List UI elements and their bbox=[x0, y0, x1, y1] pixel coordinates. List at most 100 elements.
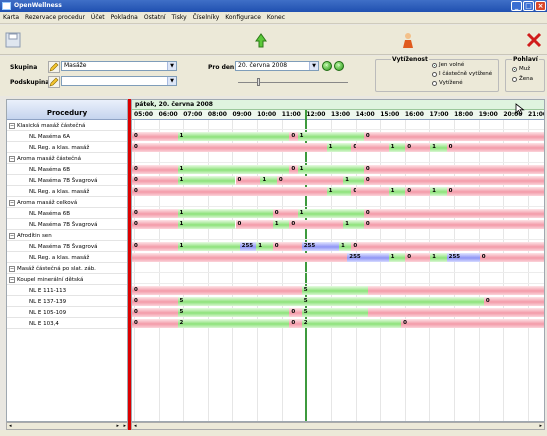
close-button[interactable]: × bbox=[535, 1, 546, 11]
time-slider-thumb[interactable] bbox=[257, 78, 260, 86]
availability-slot-red[interactable]: 0 bbox=[132, 165, 178, 174]
availability-slot-red[interactable]: 0 bbox=[132, 220, 178, 229]
availability-slot-green[interactable]: 1 bbox=[339, 242, 352, 251]
skupina-select[interactable]: Masáže ▼ bbox=[61, 61, 177, 71]
availability-slot-red[interactable]: 0 bbox=[235, 176, 261, 185]
availability-slot-red[interactable]: 0 bbox=[276, 176, 344, 185]
date-picker[interactable]: 20. června 2008 ▼ bbox=[235, 61, 319, 71]
procedure-row[interactable]: NL Maséma 6A bbox=[7, 132, 127, 142]
availability-slot-red[interactable]: 0 bbox=[363, 220, 544, 229]
availability-slot-red[interactable]: 0 bbox=[363, 132, 544, 141]
availability-slot-red[interactable]: 0 bbox=[132, 143, 327, 152]
availability-slot-green[interactable]: 5 bbox=[177, 308, 290, 317]
menu-item-3[interactable]: Pokladna bbox=[111, 14, 138, 21]
availability-slot-red[interactable]: 0 bbox=[132, 308, 178, 317]
procedure-row[interactable]: NL Maséma 7B Švagrová bbox=[7, 242, 127, 252]
availability-slot-green[interactable]: 5 bbox=[301, 297, 484, 306]
availability-slot-red[interactable]: 0 bbox=[132, 187, 327, 196]
availability-slot-red[interactable]: 0 bbox=[479, 253, 544, 262]
availability-slot-red[interactable]: 0 bbox=[289, 319, 302, 328]
availability-slot-red[interactable]: 0 bbox=[132, 319, 178, 328]
vytizenost-option-1[interactable]: I částečně vytížené bbox=[432, 71, 492, 77]
procedure-group[interactable]: − Klasická masáž částečná bbox=[7, 121, 127, 131]
scroll-right-icon[interactable]: ▸ bbox=[116, 423, 119, 429]
procedure-row[interactable]: NL Maséma 6B bbox=[7, 209, 127, 219]
procedure-row[interactable]: NL E 111-113 bbox=[7, 286, 127, 296]
availability-slot-red[interactable]: 0 bbox=[289, 308, 302, 317]
next-day-icon[interactable]: › bbox=[334, 61, 344, 71]
collapse-icon[interactable]: − bbox=[9, 122, 15, 129]
availability-slot-green[interactable]: 2 bbox=[177, 319, 290, 328]
vytizenost-option-2[interactable]: Vytížené bbox=[432, 80, 463, 86]
podskupina-select[interactable]: ▼ bbox=[61, 76, 177, 86]
procedure-row[interactable]: NL Reg. a klas. masáž bbox=[7, 187, 127, 197]
availability-slot-green[interactable]: 1 bbox=[177, 209, 273, 218]
availability-slot-red[interactable]: 0 bbox=[446, 143, 544, 152]
menu-item-5[interactable]: Tisky bbox=[172, 14, 187, 21]
availability-slot-green[interactable]: 1 bbox=[388, 253, 406, 262]
menu-item-0[interactable]: Karta bbox=[3, 14, 19, 21]
refresh-icon[interactable] bbox=[250, 29, 272, 51]
availability-slot-green[interactable]: 1 bbox=[430, 253, 447, 262]
availability-slot-green[interactable]: 1 bbox=[388, 143, 406, 152]
availability-slot-green[interactable]: 5 bbox=[301, 286, 368, 295]
availability-slot-blue[interactable]: 255 bbox=[239, 242, 257, 251]
availability-slot-red[interactable]: 0 bbox=[132, 297, 178, 306]
availability-slot-green[interactable]: 1 bbox=[177, 165, 290, 174]
availability-slot-red[interactable]: 0 bbox=[483, 297, 544, 306]
availability-slot-green[interactable]: 1 bbox=[430, 187, 447, 196]
availability-slot-green[interactable]: 1 bbox=[297, 132, 364, 141]
availability-slot-red[interactable]: 0 bbox=[405, 253, 431, 262]
availability-slot-red[interactable]: 0 bbox=[289, 220, 344, 229]
menu-item-7[interactable]: Konfigurace bbox=[225, 14, 261, 21]
availability-slot-red[interactable]: 0 bbox=[132, 176, 178, 185]
scroll-right-icon[interactable]: ▸ bbox=[539, 423, 542, 429]
procedure-group[interactable]: − Aroma masáž celková bbox=[7, 198, 127, 208]
procedure-row[interactable]: NL Maséma 6B bbox=[7, 165, 127, 175]
pohlavi-option-1[interactable]: Žena bbox=[512, 76, 533, 82]
collapse-icon[interactable]: − bbox=[9, 155, 15, 162]
availability-slot-green[interactable]: 1 bbox=[326, 187, 352, 196]
vytizenost-option-0[interactable]: Jen volné bbox=[432, 62, 464, 68]
previous-day-icon[interactable]: ‹ bbox=[322, 61, 332, 71]
calendar-dropdown-icon[interactable]: ▼ bbox=[309, 62, 318, 70]
availability-slot-red[interactable]: 0 bbox=[272, 242, 302, 251]
availability-slot-red[interactable]: 0 bbox=[132, 132, 178, 141]
menu-item-4[interactable]: Ostatní bbox=[144, 14, 166, 21]
availability-slot-blue[interactable]: 255 bbox=[446, 253, 480, 262]
collapse-icon[interactable]: − bbox=[9, 232, 15, 239]
availability-slot-green[interactable]: 1 bbox=[297, 165, 364, 174]
availability-slot-blue[interactable]: 255 bbox=[301, 242, 339, 251]
procedure-group[interactable]: − Masáž částečná po slat. záb. bbox=[7, 264, 127, 274]
procedure-row[interactable]: NL Reg. a klas. masáž bbox=[7, 253, 127, 263]
availability-slot-red[interactable]: 0 bbox=[272, 209, 298, 218]
availability-slot-green[interactable]: 1 bbox=[177, 176, 236, 185]
availability-slot-green[interactable]: 1 bbox=[260, 176, 277, 185]
availability-slot-green[interactable]: 1 bbox=[256, 242, 273, 251]
availability-slot-green[interactable]: 1 bbox=[388, 187, 406, 196]
pohlavi-option-0[interactable]: Muž bbox=[512, 66, 530, 72]
procedure-group[interactable]: − Aroma masáž částečná bbox=[7, 154, 127, 164]
availability-slot-red[interactable]: 0 bbox=[132, 209, 178, 218]
procedure-list-scrollbar[interactable]: ◂ ▸ ▸ bbox=[6, 422, 128, 430]
chevron-down-icon[interactable]: ▼ bbox=[167, 62, 176, 70]
scroll-left-icon[interactable]: ◂ bbox=[9, 423, 12, 429]
availability-slot-green[interactable]: 5 bbox=[301, 308, 368, 317]
collapse-icon[interactable]: − bbox=[9, 276, 15, 283]
availability-slot-red[interactable]: 0 bbox=[132, 286, 302, 295]
availability-slot-red[interactable]: 0 bbox=[446, 187, 544, 196]
availability-slot-red[interactable]: 0 bbox=[363, 209, 544, 218]
availability-slot-green[interactable]: 5 bbox=[177, 297, 302, 306]
availability-slot-red[interactable]: 0 bbox=[363, 165, 544, 174]
availability-slot-red[interactable]: 0 bbox=[405, 187, 431, 196]
availability-slot-green[interactable]: 1 bbox=[343, 220, 364, 229]
procedure-group[interactable]: − Koupel minerální dětská bbox=[7, 275, 127, 285]
chevron-down-icon[interactable]: ▼ bbox=[167, 77, 176, 85]
availability-slot-blue[interactable]: 255 bbox=[347, 253, 389, 262]
edit-podskupina-icon[interactable] bbox=[48, 76, 60, 88]
edit-skupina-icon[interactable] bbox=[48, 61, 60, 73]
menu-item-6[interactable]: Číselníky bbox=[193, 14, 220, 21]
menu-item-8[interactable]: Konec bbox=[267, 14, 285, 21]
procedure-row[interactable]: NL Reg. a klas. masáž bbox=[7, 143, 127, 153]
availability-slot-green[interactable]: 1 bbox=[343, 176, 364, 185]
